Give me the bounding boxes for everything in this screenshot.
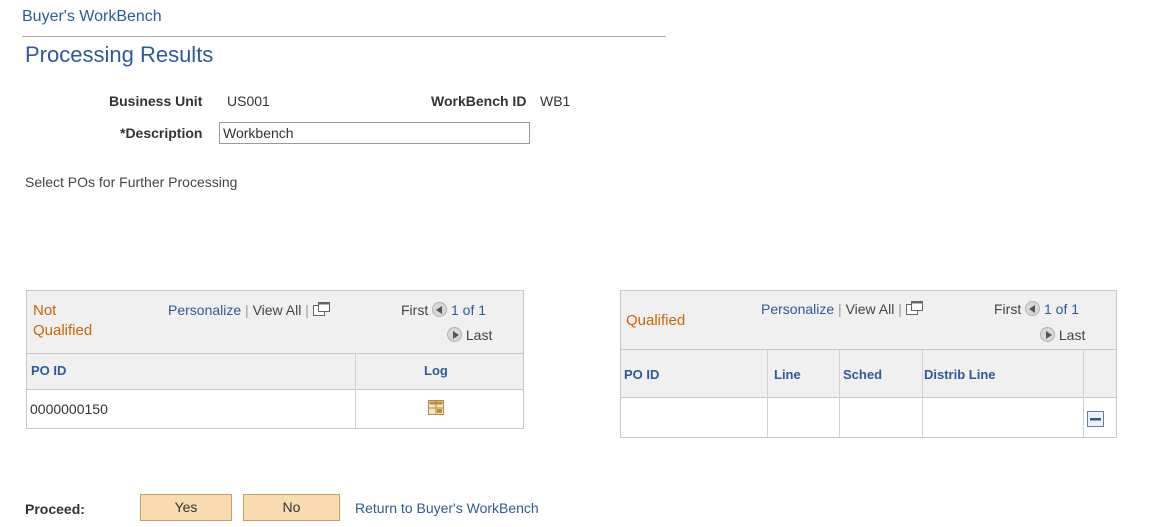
description-label: *Description	[120, 125, 203, 141]
qualified-pager-next: Last	[1040, 327, 1085, 343]
qualified-view-all-link[interactable]: View All	[846, 301, 895, 317]
not-qualified-title: Not Qualified	[33, 301, 92, 341]
proceed-label: Proceed:	[25, 501, 85, 517]
table-row	[621, 398, 1116, 437]
separator: |	[305, 302, 309, 318]
previous-icon[interactable]	[1025, 301, 1041, 316]
qualified-personalize-link[interactable]: Personalize	[761, 301, 834, 317]
log-grid-icon[interactable]	[428, 400, 444, 418]
column-header-log[interactable]: Log	[424, 363, 448, 378]
pager-range: 1 of 1	[451, 302, 487, 318]
not-qualified-personalize-link[interactable]: Personalize	[168, 302, 241, 318]
qualified-pager: First 1 of 1	[994, 301, 1079, 317]
table-row: 0000000150	[27, 390, 523, 428]
column-header-distrib-line[interactable]: Distrib Line	[924, 367, 996, 382]
column-header-line[interactable]: Line	[774, 367, 801, 382]
new-window-icon[interactable]	[905, 301, 924, 319]
separator: |	[898, 301, 902, 317]
delete-row-icon[interactable]	[1087, 411, 1104, 430]
pager-last: Last	[1058, 327, 1086, 343]
not-qualified-grid-header	[27, 291, 523, 354]
not-qualified-title-line2: Qualified	[33, 322, 93, 339]
qualified-grid: Qualified Personalize | View All | First…	[620, 290, 1117, 438]
pager-range: 1 of 1	[1044, 301, 1080, 317]
pager-last: Last	[465, 327, 493, 343]
new-window-icon[interactable]	[312, 302, 331, 320]
cell-po-id: 0000000150	[30, 401, 108, 417]
app-title: Buyer's WorkBench	[22, 8, 162, 25]
next-icon[interactable]	[447, 327, 462, 342]
business-unit-label: Business Unit	[109, 93, 203, 109]
return-to-workbench-link[interactable]: Return to Buyer's WorkBench	[355, 500, 539, 516]
not-qualified-pager: First 1 of 1	[401, 302, 486, 318]
workbench-id-label: WorkBench ID	[431, 93, 527, 109]
not-qualified-title-line1: Not	[33, 302, 57, 319]
no-button[interactable]: No	[243, 494, 340, 521]
instructions-text: Select POs for Further Processing	[25, 174, 238, 190]
not-qualified-grid: Not Qualified Personalize | View All | F…	[26, 290, 524, 429]
not-qualified-column-header	[27, 354, 523, 390]
separator: |	[838, 301, 842, 317]
column-header-po-id[interactable]: PO ID	[624, 367, 659, 382]
separator: |	[245, 302, 249, 318]
yes-button[interactable]: Yes	[140, 494, 232, 521]
previous-icon[interactable]	[432, 302, 448, 317]
qualified-grid-tools: Personalize | View All |	[761, 301, 924, 319]
column-header-po-id[interactable]: PO ID	[31, 363, 66, 378]
not-qualified-grid-tools: Personalize | View All |	[168, 302, 331, 320]
description-field[interactable]	[219, 122, 530, 144]
business-unit-value: US001	[227, 93, 270, 109]
qualified-title: Qualified	[626, 312, 686, 329]
workbench-id-value: WB1	[540, 93, 571, 109]
pager-first: First	[994, 301, 1022, 317]
page-title: Processing Results	[25, 42, 214, 67]
column-header-sched[interactable]: Sched	[843, 367, 882, 382]
pager-first: First	[401, 302, 429, 318]
next-icon[interactable]	[1040, 327, 1055, 342]
not-qualified-pager-next: Last	[447, 327, 492, 343]
not-qualified-view-all-link[interactable]: View All	[253, 302, 302, 318]
title-divider	[22, 36, 666, 37]
